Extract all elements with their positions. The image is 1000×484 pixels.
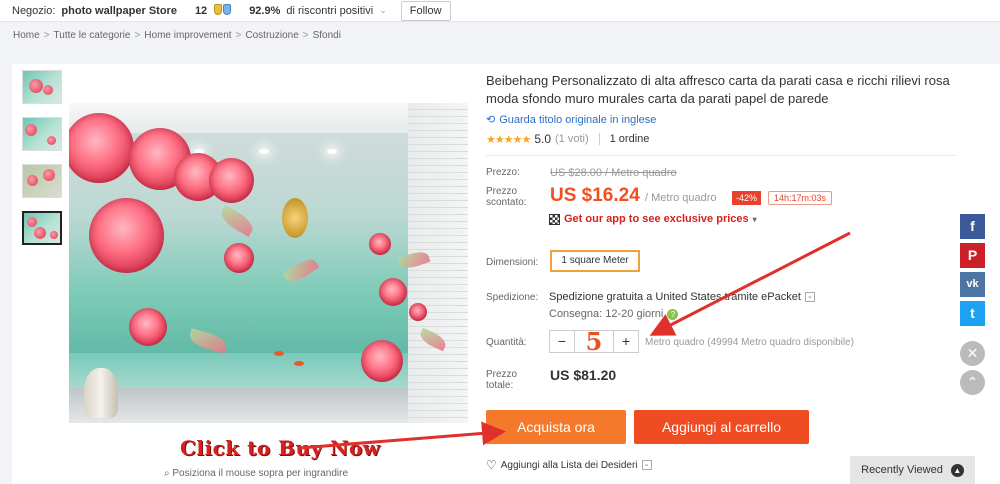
chevron-down-icon[interactable]: ⌄ bbox=[641, 460, 652, 470]
breadcrumb-construction[interactable]: Costruzione bbox=[245, 30, 298, 46]
close-icon[interactable]: ✕ bbox=[960, 341, 985, 366]
vk-icon[interactable]: vk bbox=[960, 272, 985, 297]
divider bbox=[486, 155, 956, 156]
add-to-wishlist-link[interactable]: ♡ Aggiungi alla Lista dei Desideri ⌄ bbox=[486, 458, 652, 472]
dimension-option-selected[interactable]: 1 square Meter bbox=[550, 250, 640, 272]
add-to-cart-button[interactable]: Aggiungi al carrello bbox=[634, 410, 809, 444]
chevron-down-icon[interactable]: ⌄ bbox=[379, 5, 387, 16]
store-bar: Negozio: photo wallpaper Store 12 92.9% … bbox=[0, 0, 1000, 22]
twitter-icon[interactable]: t bbox=[960, 301, 985, 326]
click-to-buy-overlay: Click to Buy Now bbox=[180, 436, 381, 460]
store-name-link[interactable]: photo wallpaper Store bbox=[61, 5, 177, 17]
orders-count: 1 ordine bbox=[609, 133, 650, 145]
original-price: US $28.00 / Metro quadro bbox=[550, 167, 677, 179]
medal-icon bbox=[213, 3, 232, 18]
delivery-estimate: Consegna: 12-20 giorni ? bbox=[549, 308, 679, 320]
thumbnail-2[interactable] bbox=[22, 117, 62, 151]
chevron-down-icon: ▾ bbox=[752, 214, 757, 224]
star-rating-icon: ★★★★★ bbox=[486, 133, 531, 146]
breadcrumb: Home > Tutte le categorie > Home improve… bbox=[0, 30, 1000, 46]
sale-price-label: Prezzo scontato: bbox=[486, 186, 527, 208]
heart-icon: ♡ bbox=[486, 458, 497, 472]
product-main-image[interactable] bbox=[69, 103, 468, 423]
shipping-label: Spedizione: bbox=[486, 292, 539, 303]
qr-code-icon bbox=[549, 213, 560, 225]
app-promo-link[interactable]: Get our app to see exclusive prices ▾ bbox=[549, 213, 757, 225]
chevron-up-icon: ▲ bbox=[950, 463, 964, 477]
store-rating: 12 bbox=[194, 4, 208, 17]
discount-badge: -42% bbox=[732, 191, 762, 205]
zoom-hint: ⌕ Posiziona il mouse sopra per ingrandir… bbox=[164, 468, 349, 479]
breadcrumb-separator: > bbox=[134, 30, 141, 41]
breadcrumb-current: Sfondi bbox=[312, 30, 341, 41]
dimension-label: Dimensioni: bbox=[486, 257, 539, 268]
help-icon[interactable]: ? bbox=[667, 308, 679, 320]
votes-link[interactable]: (1 voti) bbox=[555, 133, 589, 145]
store-label: Negozio: bbox=[12, 4, 56, 17]
follow-button[interactable]: Follow bbox=[400, 0, 451, 21]
total-price: US $81.20 bbox=[550, 367, 617, 383]
buy-now-button[interactable]: Acquista ora bbox=[486, 410, 626, 444]
thumbnail-4[interactable] bbox=[22, 211, 62, 245]
quantity-stepper: − 5 + bbox=[549, 330, 639, 354]
rating-value: 5.0 bbox=[534, 132, 551, 146]
quantity-label: Quantità: bbox=[486, 337, 527, 348]
rating-row: ★★★★★ 5.0 (1 voti) 1 ordine bbox=[486, 132, 649, 146]
quantity-increase-button[interactable]: + bbox=[614, 331, 638, 352]
thumbnail-list bbox=[22, 70, 62, 258]
countdown-timer: 14h:17m:03s bbox=[768, 191, 833, 205]
breadcrumb-separator: > bbox=[235, 30, 242, 41]
total-price-label: Prezzo totale: bbox=[486, 369, 518, 391]
facebook-icon[interactable]: f bbox=[960, 214, 985, 239]
recently-viewed-panel[interactable]: Recently Viewed ▲ bbox=[850, 456, 975, 484]
product-title: Beibehang Personalizzato di alta affresc… bbox=[486, 73, 950, 106]
thumbnail-3[interactable] bbox=[22, 164, 62, 198]
positive-feedback-text[interactable]: di riscontri positivi bbox=[286, 5, 373, 17]
pinterest-icon[interactable]: P bbox=[960, 243, 985, 268]
translate-icon: ⟲ bbox=[486, 114, 496, 126]
breadcrumb-home-improvement[interactable]: Home improvement bbox=[144, 30, 231, 46]
sale-price: US $16.24 bbox=[550, 185, 640, 206]
thumbnail-1[interactable] bbox=[22, 70, 62, 104]
translate-link[interactable]: ⟲ Guarda titolo originale in inglese bbox=[486, 113, 656, 127]
breadcrumb-home[interactable]: Home bbox=[13, 30, 40, 46]
quantity-availability: Metro quadro (49994 Metro quadro disponi… bbox=[645, 337, 855, 348]
price-unit: / Metro quadro bbox=[645, 192, 717, 204]
breadcrumb-all-categories[interactable]: Tutte le categorie bbox=[54, 30, 131, 46]
scroll-to-top-icon[interactable]: ⌃ bbox=[960, 370, 985, 395]
positive-feedback-pct: 92.9% bbox=[249, 4, 281, 17]
chevron-down-icon[interactable]: ⌄ bbox=[804, 292, 815, 302]
shipping-selector[interactable]: Spedizione gratuita a United States tram… bbox=[549, 291, 815, 303]
breadcrumb-separator: > bbox=[43, 30, 50, 41]
price-label: Prezzo: bbox=[486, 167, 520, 178]
quantity-input[interactable]: 5 bbox=[574, 330, 614, 354]
quantity-decrease-button[interactable]: − bbox=[550, 331, 574, 352]
breadcrumb-separator: > bbox=[302, 30, 309, 41]
